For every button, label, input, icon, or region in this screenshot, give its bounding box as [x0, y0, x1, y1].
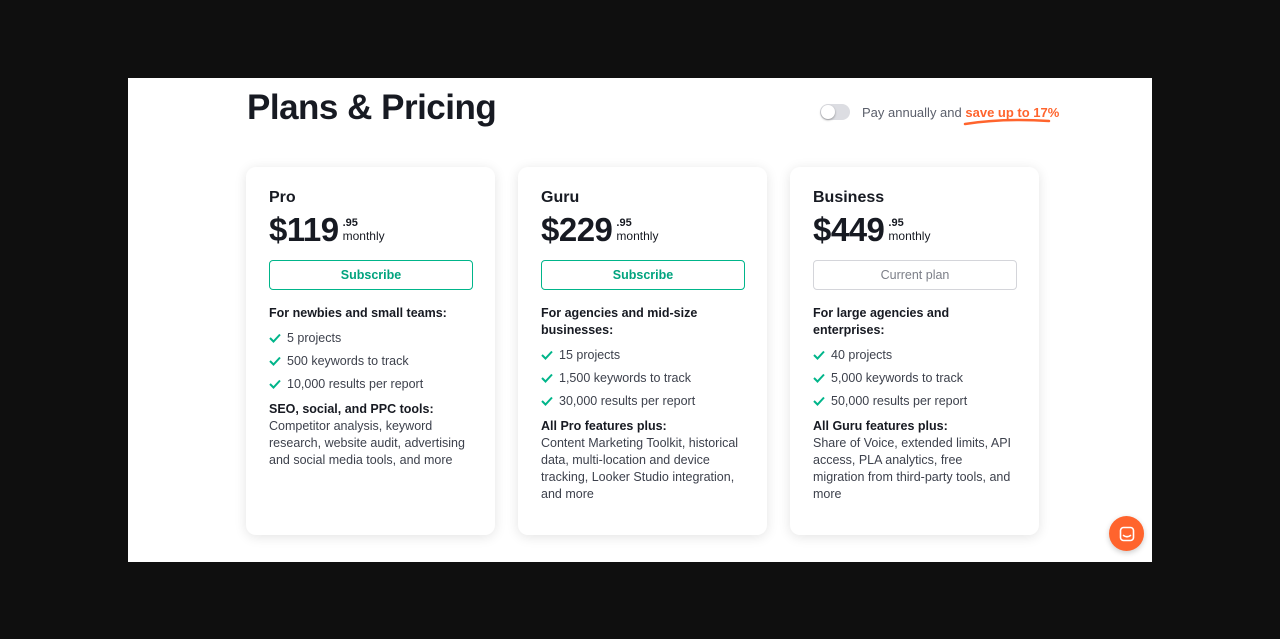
subscribe-button-pro[interactable]: Subscribe: [269, 260, 473, 290]
feature-text: 50,000 results per report: [831, 393, 968, 408]
price-cents: .95: [616, 217, 632, 229]
feature-text: 10,000 results per report: [287, 376, 424, 391]
extra-title: All Guru features plus:: [813, 419, 948, 433]
extra-text: Content Marketing Toolkit, historical da…: [541, 436, 739, 501]
check-icon: [541, 350, 553, 360]
plan-price: $449 .95 monthly: [813, 212, 1017, 252]
extra-title: All Pro features plus:: [541, 419, 667, 433]
price-amount: $449: [813, 211, 885, 248]
feature-item: 40 projects: [813, 343, 1017, 366]
check-icon: [269, 379, 281, 389]
billing-label: Pay annually and: [862, 104, 962, 120]
extra-title: SEO, social, and PPC tools:: [269, 402, 434, 416]
plan-lead: For newbies and small teams:: [269, 306, 447, 320]
feature-text: 30,000 results per report: [559, 393, 696, 408]
plan-card-pro: Pro $119 .95 monthly Subscribe For newbi…: [246, 167, 495, 535]
check-icon: [813, 350, 825, 360]
plan-lead: For large agencies and enterprises:: [813, 306, 950, 337]
chat-launcher-button[interactable]: [1109, 516, 1144, 551]
price-period: monthly: [342, 229, 385, 243]
plan-name: Guru: [541, 189, 580, 206]
plan-lead: For agencies and mid-size businesses:: [541, 306, 698, 337]
extra-text: Competitor analysis, keyword research, w…: [269, 419, 465, 467]
feature-item: 10,000 results per report: [269, 372, 473, 395]
save-badge: save up to 17%: [964, 105, 1059, 125]
check-icon: [269, 356, 281, 366]
feature-text: 5,000 keywords to track: [831, 370, 964, 385]
price-amount: $119: [269, 211, 339, 248]
plan-price: $229 .95 monthly: [541, 212, 745, 252]
feature-list: 15 projects 1,500 keywords to track 30,0…: [541, 343, 745, 412]
feature-item: 1,500 keywords to track: [541, 366, 745, 389]
plan-cards: Pro $119 .95 monthly Subscribe For newbi…: [246, 167, 1039, 535]
feature-text: 5 projects: [287, 330, 342, 345]
feature-list: 5 projects 500 keywords to track 10,000 …: [269, 326, 473, 395]
feature-text: 40 projects: [831, 347, 893, 362]
feature-item: 15 projects: [541, 343, 745, 366]
extra-text: Share of Voice, extended limits, API acc…: [813, 436, 1012, 501]
plan-price: $119 .95 monthly: [269, 212, 473, 252]
feature-text: 500 keywords to track: [287, 353, 409, 368]
feature-text: 15 projects: [559, 347, 621, 362]
chat-icon: [1119, 526, 1134, 541]
price-cents: .95: [342, 217, 358, 229]
feature-text: 1,500 keywords to track: [559, 370, 692, 385]
annual-billing-toggle[interactable]: [820, 104, 850, 120]
check-icon: [813, 373, 825, 383]
plan-card-business: Business $449 .95 monthly Current plan F…: [790, 167, 1039, 535]
feature-item: 30,000 results per report: [541, 389, 745, 412]
pricing-page: Plans & Pricing Pay annually and save up…: [128, 78, 1152, 562]
price-period: monthly: [616, 229, 659, 243]
subscribe-button-guru[interactable]: Subscribe: [541, 260, 745, 290]
toggle-knob: [821, 105, 835, 119]
price-amount: $229: [541, 211, 613, 248]
feature-item: 50,000 results per report: [813, 389, 1017, 412]
feature-item: 5 projects: [269, 326, 473, 349]
billing-toggle-row: Pay annually and save up to 17%: [820, 104, 1059, 125]
plan-name: Business: [813, 189, 885, 206]
underline-swoosh-icon: [964, 118, 1051, 125]
price-period: monthly: [888, 229, 931, 243]
page-title: Plans & Pricing: [247, 88, 497, 127]
feature-item: 5,000 keywords to track: [813, 366, 1017, 389]
check-icon: [269, 333, 281, 343]
check-icon: [813, 396, 825, 406]
price-cents: .95: [888, 217, 904, 229]
feature-item: 500 keywords to track: [269, 349, 473, 372]
check-icon: [541, 373, 553, 383]
feature-list: 40 projects 5,000 keywords to track 50,0…: [813, 343, 1017, 412]
plan-name: Pro: [269, 189, 296, 206]
check-icon: [541, 396, 553, 406]
plan-card-guru: Guru $229 .95 monthly Subscribe For agen…: [518, 167, 767, 535]
current-plan-button[interactable]: Current plan: [813, 260, 1017, 290]
